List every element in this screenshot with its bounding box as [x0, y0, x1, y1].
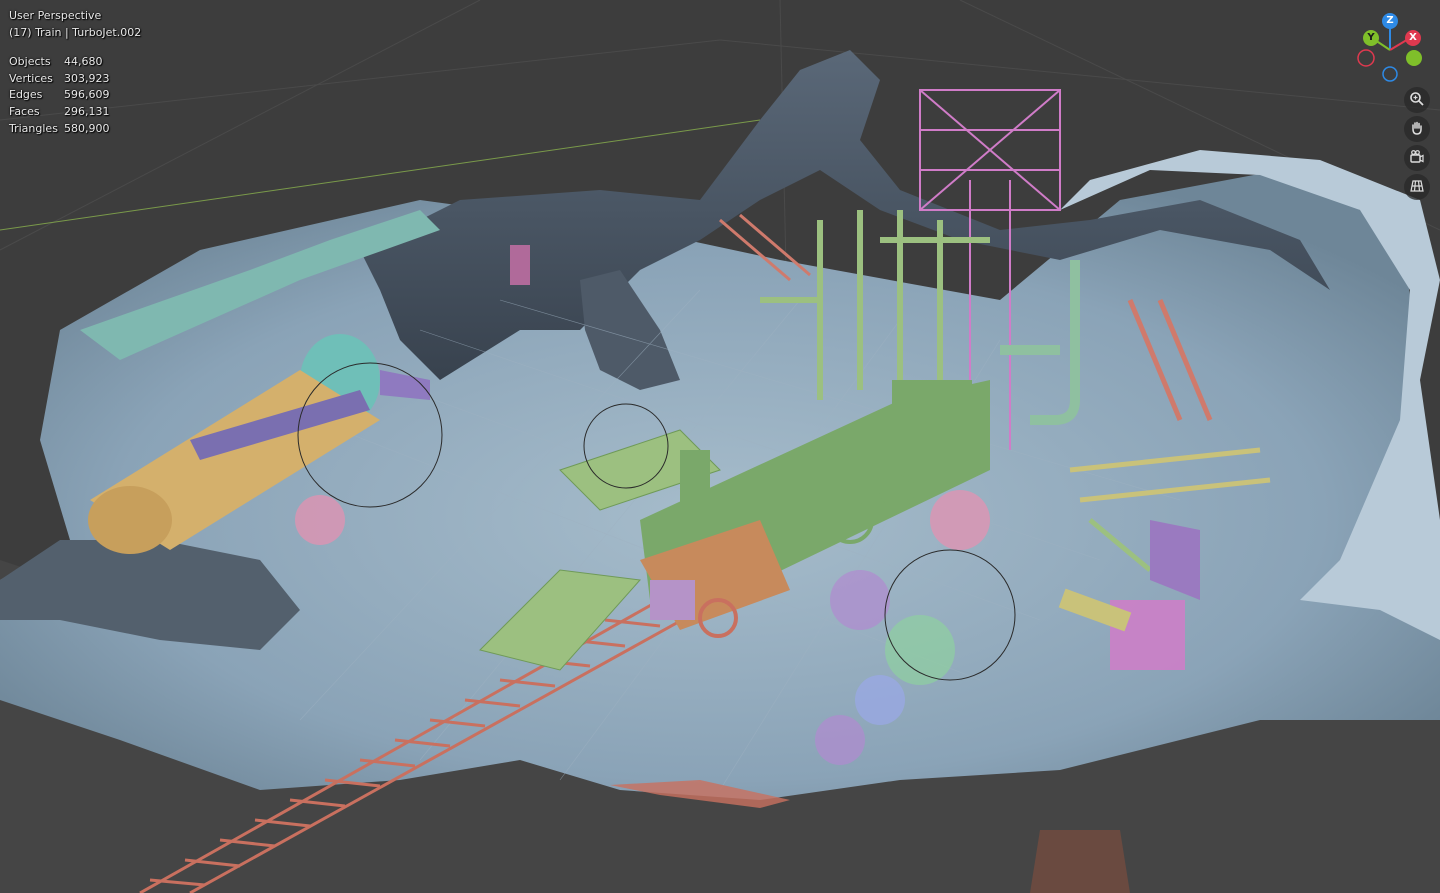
stat-label: Triangles [9, 121, 58, 135]
stat-label: Vertices [9, 71, 53, 85]
stat-label: Faces [9, 104, 40, 118]
axis-z-button[interactable]: Z [1382, 13, 1398, 29]
active-object-label: (17) Train | TurboJet.002 [9, 26, 142, 39]
stat-value: 580,900 [64, 121, 110, 135]
ortho-grid-icon [1410, 180, 1424, 192]
axis-x-button[interactable]: X [1405, 30, 1421, 46]
top-pipe [510, 245, 530, 285]
pan-button[interactable] [1404, 116, 1430, 142]
stat-value: 296,131 [64, 104, 110, 118]
3d-viewport[interactable]: User Perspective (17) Train | TurboJet.0… [0, 0, 1440, 893]
view-name-label: User Perspective [9, 9, 102, 22]
zoom-button[interactable] [1404, 87, 1430, 113]
stat-row: Objects 44,680 [9, 53, 110, 70]
camera-view-button[interactable] [1404, 145, 1430, 171]
ortho-toggle-button[interactable] [1404, 174, 1430, 200]
stat-row: Faces 296,131 [9, 103, 110, 120]
stat-label: Objects [9, 54, 51, 68]
axis-y-button[interactable]: Y [1363, 30, 1379, 46]
stat-row: Triangles 580,900 [9, 120, 110, 137]
stat-label: Edges [9, 88, 43, 102]
camera-view-icon [1410, 150, 1424, 163]
scene-statistics: Objects 44,680 Vertices 303,923 Edges 59… [9, 53, 110, 136]
zoom-icon [1410, 92, 1424, 106]
stat-value: 303,923 [64, 71, 110, 85]
lower-block [1030, 830, 1130, 893]
stat-value: 596,609 [64, 88, 110, 102]
stat-row: Vertices 303,923 [9, 70, 110, 87]
stat-value: 44,680 [64, 54, 103, 68]
scene-render[interactable] [0, 0, 1440, 893]
stat-row: Edges 596,609 [9, 86, 110, 103]
pan-hand-icon [1412, 121, 1422, 135]
navigation-gizmo[interactable]: Z Y X [1352, 10, 1428, 86]
